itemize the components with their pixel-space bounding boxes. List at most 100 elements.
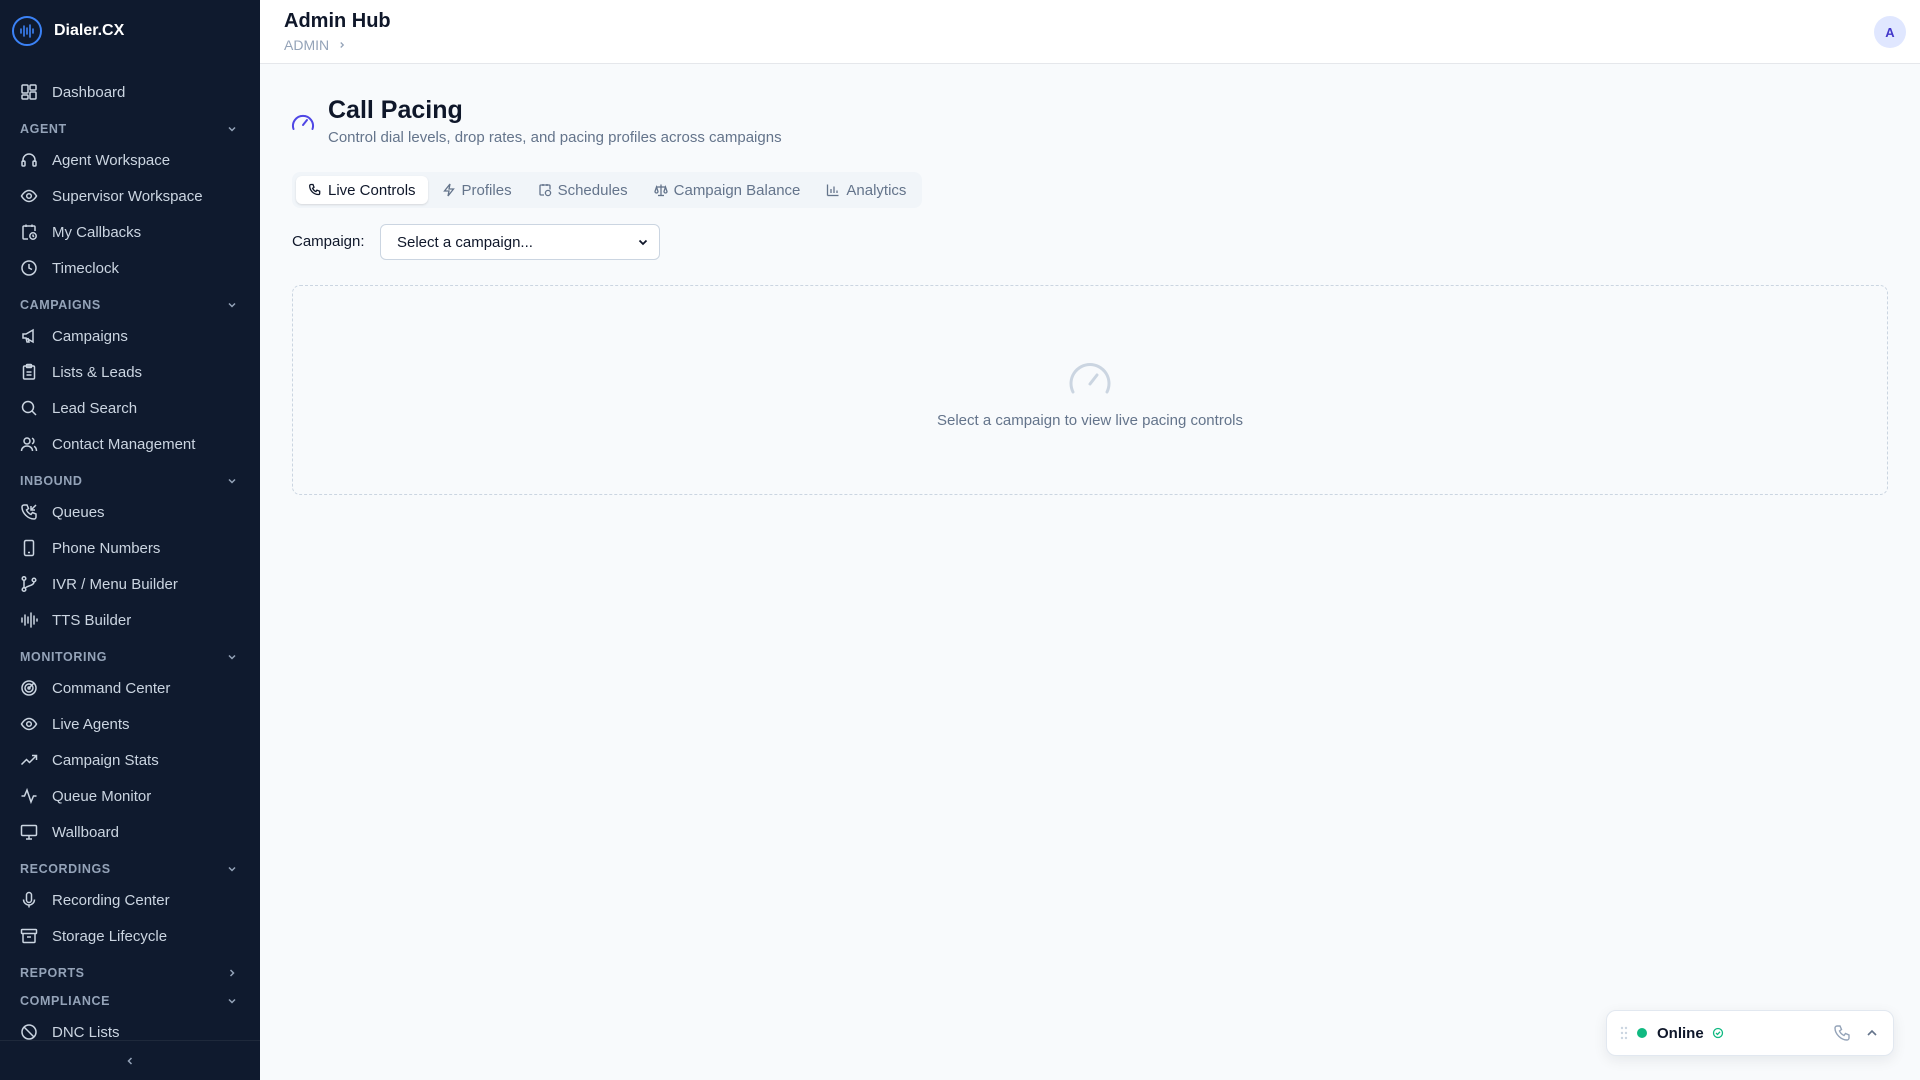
- sidebar-item-label: Queues: [52, 503, 105, 521]
- chevron-down-icon: [228, 866, 236, 872]
- status-label[interactable]: Online: [1657, 1025, 1704, 1042]
- tab-schedules[interactable]: Schedules: [526, 176, 640, 204]
- tab-live-controls[interactable]: Live Controls: [296, 176, 428, 204]
- calendar-clock-icon: [538, 184, 551, 197]
- sidebar-item-wallboard[interactable]: Wallboard: [0, 814, 260, 850]
- sidebar-item-campaign-stats[interactable]: Campaign Stats: [0, 742, 260, 778]
- campaign-select-value: Select a campaign...: [397, 233, 533, 251]
- chevron-down-icon: [228, 998, 236, 1004]
- sidebar-item-label: Live Agents: [52, 715, 130, 733]
- sidebar-item-label: Recording Center: [52, 891, 170, 909]
- sidebar-item-my-callbacks[interactable]: My Callbacks: [0, 214, 260, 250]
- campaign-select[interactable]: Select a campaign...: [380, 224, 660, 260]
- campaign-label: Campaign:: [292, 233, 365, 250]
- audio-waveform-icon: [21, 612, 38, 628]
- sidebar-item-label: Campaigns: [52, 327, 128, 345]
- drag-handle-icon[interactable]: [1619, 1025, 1629, 1041]
- sidebar-item-label: Timeclock: [52, 259, 119, 277]
- brand[interactable]: Dialer.CX: [12, 16, 124, 46]
- avatar[interactable]: A: [1874, 16, 1906, 48]
- trending-up-icon: [20, 754, 38, 766]
- sidebar-item-label: DNC Lists: [52, 1023, 120, 1041]
- tab-campaign-balance[interactable]: Campaign Balance: [642, 176, 813, 204]
- sidebar-item-command-center[interactable]: Command Center: [0, 670, 260, 706]
- megaphone-icon: [22, 328, 34, 344]
- sidebar-item-supervisor-workspace[interactable]: Supervisor Workspace: [0, 178, 260, 214]
- chevron-up-icon[interactable]: [1863, 1024, 1881, 1042]
- microphone-icon: [22, 891, 36, 908]
- sidebar-section-inbound[interactable]: INBOUND: [0, 462, 260, 494]
- section-label: INBOUND: [20, 474, 83, 488]
- chevron-down-icon: [228, 302, 236, 308]
- gauge-icon: [292, 114, 314, 130]
- sidebar-collapse-button[interactable]: [0, 1040, 260, 1080]
- breadcrumb-item-admin[interactable]: ADMIN: [284, 37, 329, 53]
- sidebar-section-compliance[interactable]: COMPLIANCE: [0, 986, 260, 1014]
- sidebar-item-storage-lifecycle[interactable]: Storage Lifecycle: [0, 918, 260, 954]
- tab-label: Live Controls: [328, 181, 416, 199]
- page-title: Call Pacing: [328, 96, 463, 124]
- chevron-down-icon: [638, 239, 648, 246]
- top-header: Admin Hub ADMIN A: [260, 0, 1920, 64]
- sidebar-item-agent-workspace[interactable]: Agent Workspace: [0, 142, 260, 178]
- sidebar-item-contact-management[interactable]: Contact Management: [0, 426, 260, 462]
- sidebar-item-timeclock[interactable]: Timeclock: [0, 250, 260, 286]
- status-indicator-dot: [1637, 1028, 1647, 1038]
- phone-icon: [309, 183, 321, 196]
- section-label: COMPLIANCE: [20, 994, 111, 1008]
- header-title: Admin Hub: [284, 10, 391, 32]
- sidebar-item-label: Dashboard: [52, 83, 126, 101]
- sidebar-section-monitoring[interactable]: MONITORING: [0, 638, 260, 670]
- sidebar-item-label: Phone Numbers: [52, 539, 161, 557]
- sidebar-item-label: My Callbacks: [52, 223, 142, 241]
- chevron-down-icon: [228, 126, 236, 132]
- sidebar: Dialer.CX Dashboard AGENT Agent Workspac…: [0, 0, 260, 1080]
- radar-icon: [21, 680, 37, 696]
- chevron-left-icon: [127, 1056, 133, 1065]
- sidebar-item-lead-search[interactable]: Lead Search: [0, 390, 260, 426]
- eye-icon: [20, 717, 38, 731]
- gauge-icon: [1069, 363, 1111, 394]
- tab-label: Analytics: [846, 181, 907, 199]
- empty-state-text: Select a campaign to view live pacing co…: [937, 412, 1243, 429]
- phone-icon[interactable]: [1833, 1024, 1851, 1042]
- sidebar-section-agent[interactable]: AGENT: [0, 110, 260, 142]
- tab-bar: Live Controls Profiles Schedules Campaig…: [292, 172, 923, 208]
- section-label: AGENT: [20, 122, 67, 136]
- scale-icon: [653, 184, 668, 197]
- chevron-right-icon: [340, 42, 345, 48]
- sidebar-item-tts-builder[interactable]: TTS Builder: [0, 602, 260, 638]
- clipboard-icon: [22, 363, 36, 380]
- sidebar-item-phone-numbers[interactable]: Phone Numbers: [0, 530, 260, 566]
- eye-icon: [20, 189, 38, 203]
- section-label: RECORDINGS: [20, 862, 111, 876]
- sidebar-item-queues[interactable]: Queues: [0, 494, 260, 530]
- users-icon: [20, 437, 38, 452]
- sidebar-item-recording-center[interactable]: Recording Center: [0, 882, 260, 918]
- sidebar-item-dashboard[interactable]: Dashboard: [0, 74, 260, 110]
- archive-icon: [20, 928, 38, 944]
- sidebar-item-live-agents[interactable]: Live Agents: [0, 706, 260, 742]
- sidebar-item-label: Contact Management: [52, 435, 196, 453]
- sidebar-item-queue-monitor[interactable]: Queue Monitor: [0, 778, 260, 814]
- ban-icon: [21, 1024, 37, 1040]
- sidebar-item-campaigns[interactable]: Campaigns: [0, 318, 260, 354]
- sidebar-item-label: Supervisor Workspace: [52, 187, 203, 205]
- sidebar-item-label: Campaign Stats: [52, 751, 159, 769]
- empty-state-panel: Select a campaign to view live pacing co…: [292, 285, 1888, 495]
- calendar-clock-icon: [22, 224, 37, 240]
- headset-icon: [21, 153, 37, 167]
- sidebar-item-lists-leads[interactable]: Lists & Leads: [0, 354, 260, 390]
- sidebar-item-ivr-menu-builder[interactable]: IVR / Menu Builder: [0, 566, 260, 602]
- check-circle-icon: [1712, 1027, 1723, 1039]
- sidebar-item-label: IVR / Menu Builder: [52, 575, 178, 593]
- sidebar-section-reports[interactable]: REPORTS: [0, 954, 260, 986]
- sidebar-section-campaigns[interactable]: CAMPAIGNS: [0, 286, 260, 318]
- chevron-right-icon: [229, 969, 235, 977]
- smartphone-icon: [23, 539, 35, 557]
- sidebar-section-recordings[interactable]: RECORDINGS: [0, 850, 260, 882]
- tab-analytics[interactable]: Analytics: [814, 176, 918, 204]
- tab-profiles[interactable]: Profiles: [430, 176, 524, 204]
- section-label: CAMPAIGNS: [20, 298, 101, 312]
- tab-label: Campaign Balance: [673, 181, 801, 199]
